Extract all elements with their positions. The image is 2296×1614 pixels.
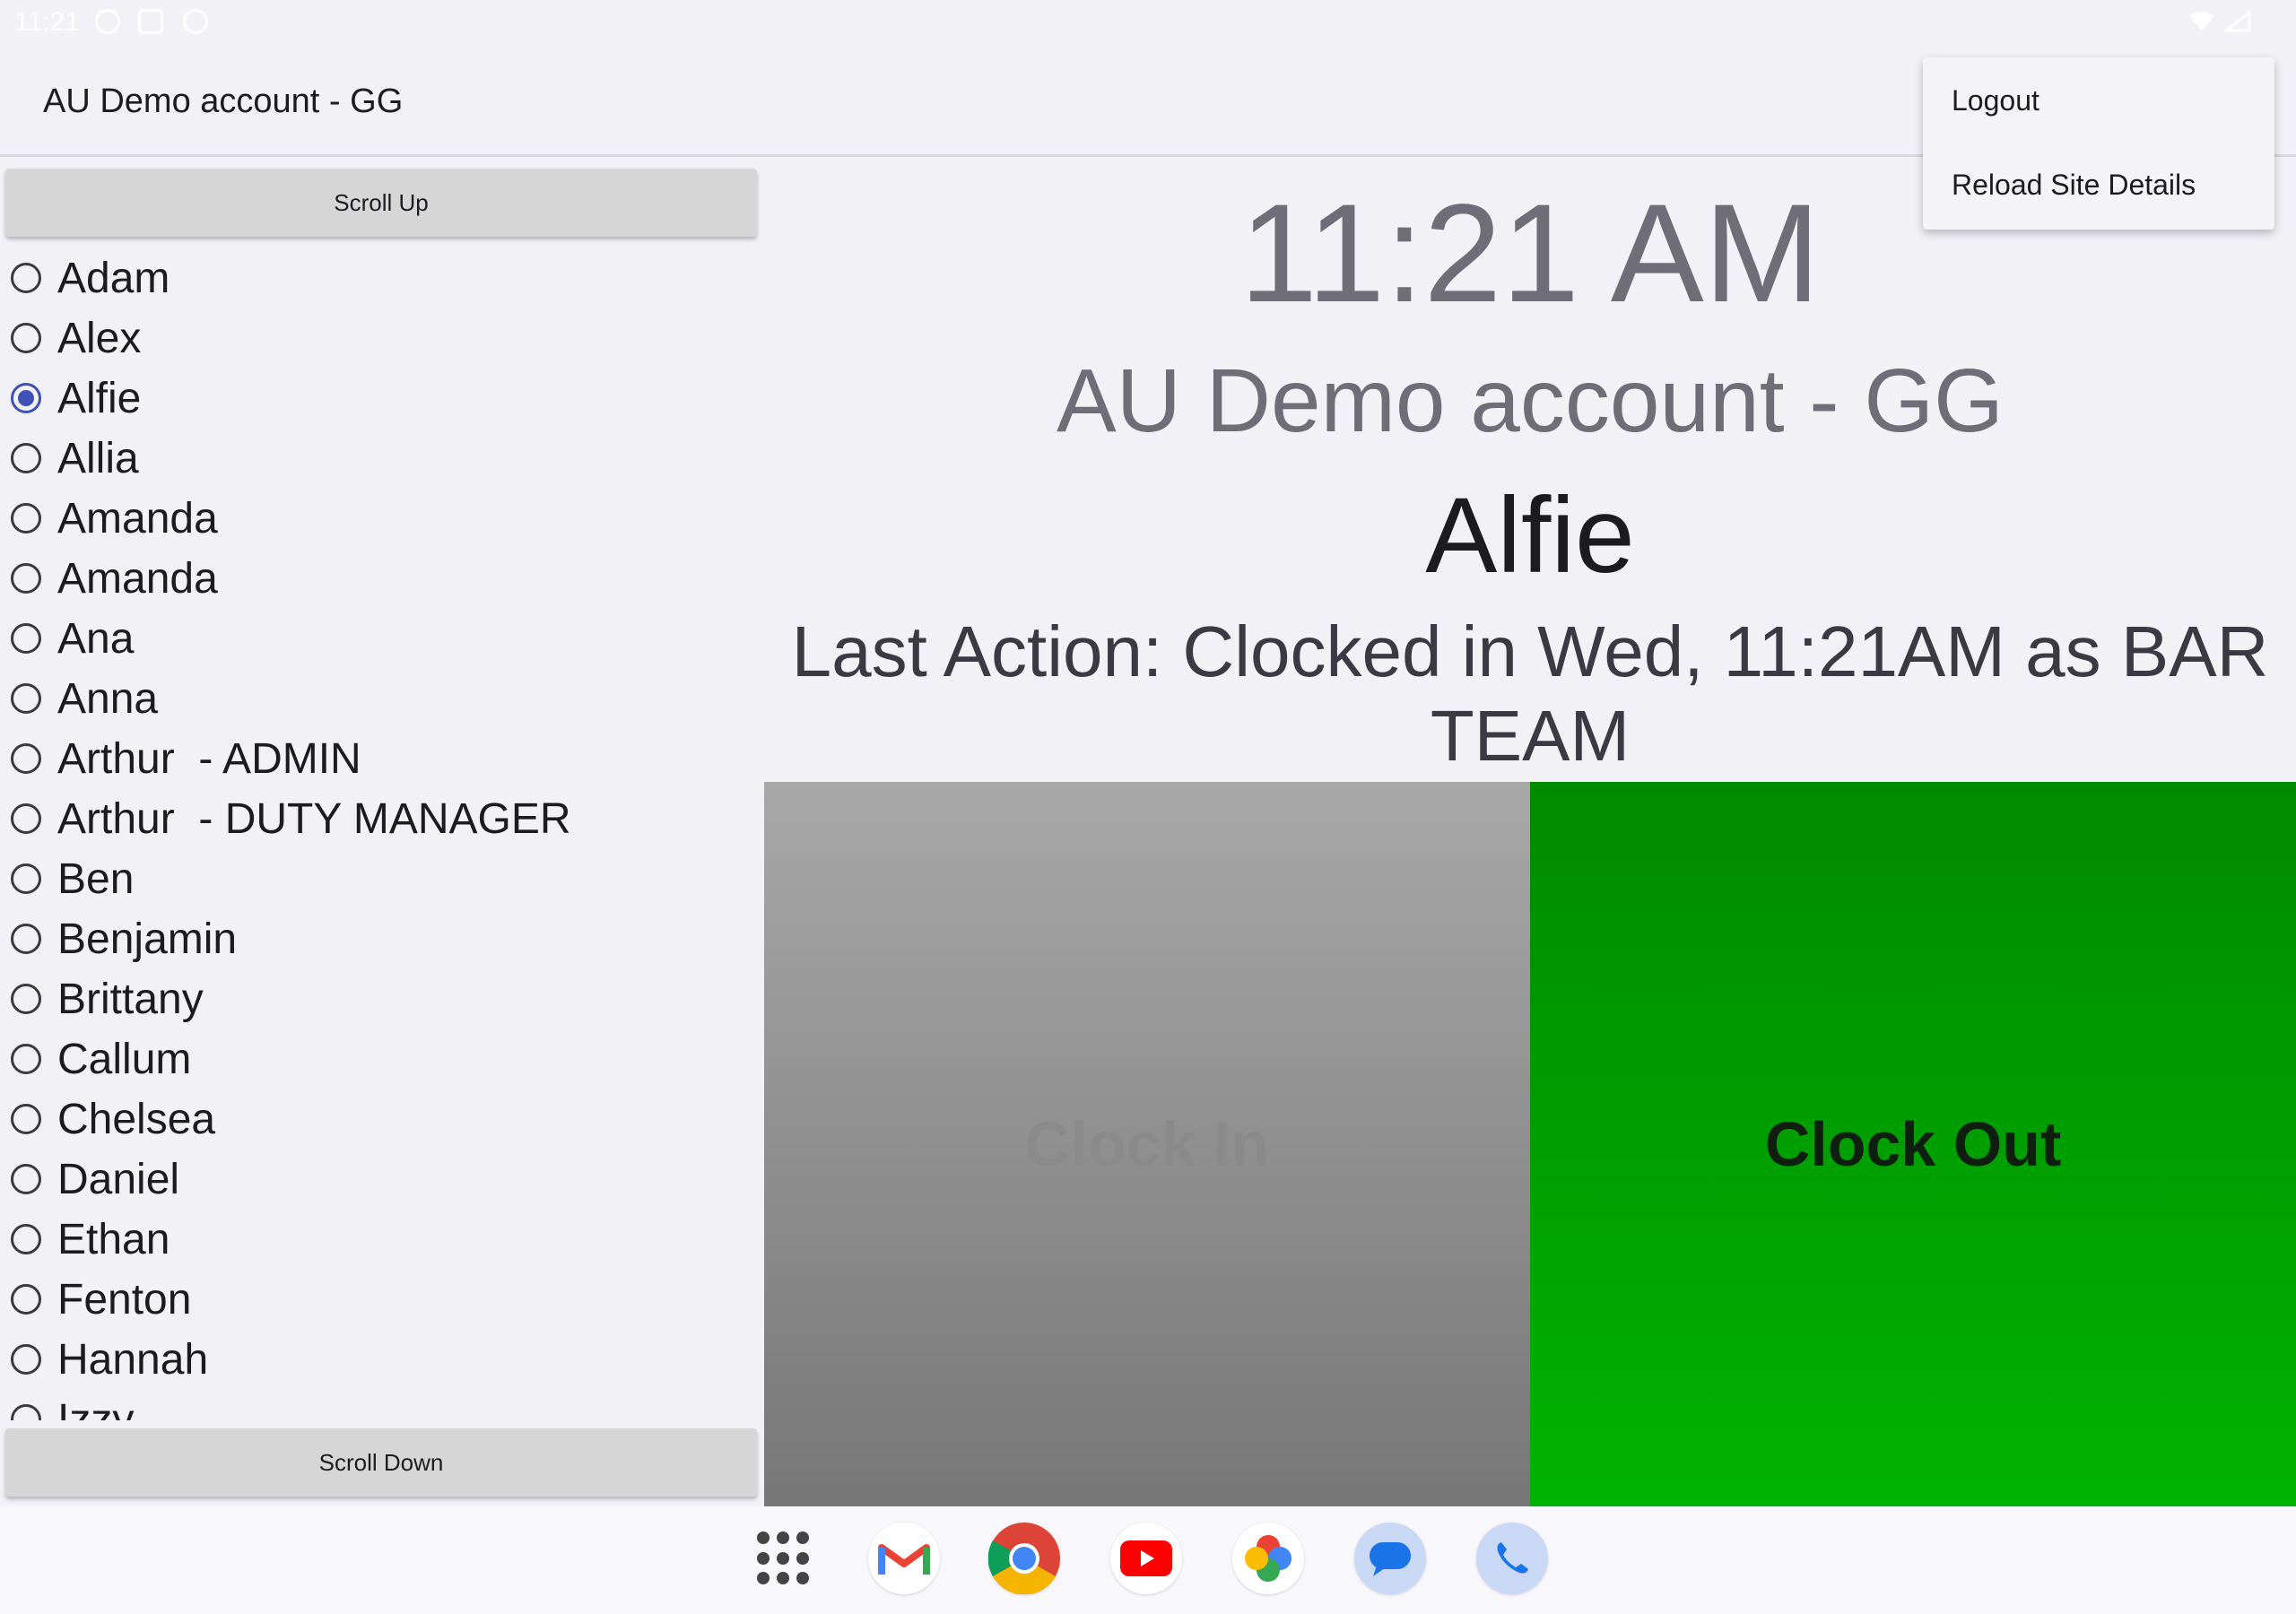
- employee-radio-item[interactable]: Alex: [11, 311, 141, 365]
- employee-label: Benjamin: [57, 915, 238, 963]
- employee-radio-item[interactable]: Ethan: [11, 1212, 170, 1266]
- employee-label: Callum: [57, 1035, 192, 1083]
- radio-button[interactable]: [11, 1164, 41, 1194]
- employee-radio-item[interactable]: Arthur - ADMIN: [11, 732, 361, 785]
- employee-radio-item[interactable]: Izzy: [11, 1393, 134, 1420]
- employee-radio-item[interactable]: Ana: [11, 612, 134, 665]
- employee-radio-item[interactable]: Arthur - DUTY MANAGER: [11, 792, 571, 846]
- employee-label: Amanda: [57, 554, 218, 603]
- employee-label: Ethan: [57, 1215, 170, 1263]
- scroll-up-button[interactable]: Scroll Up: [5, 169, 757, 237]
- apps-grid-icon[interactable]: [757, 1532, 811, 1585]
- employee-radio-item[interactable]: Benjamin: [11, 912, 237, 966]
- last-action-text: Last Action: Clocked in Wed, 11:21AM as …: [791, 612, 2269, 776]
- radio-button[interactable]: [11, 1284, 41, 1315]
- gmail-icon[interactable]: [868, 1523, 940, 1594]
- employee-label: Allia: [57, 434, 139, 482]
- radio-button[interactable]: [11, 383, 41, 413]
- radio-button[interactable]: [11, 623, 41, 654]
- wifi-icon: [2189, 12, 2214, 30]
- employee-label: Izzy: [57, 1395, 135, 1421]
- employee-label: Arthur - DUTY MANAGER: [57, 794, 571, 843]
- employee-radio-item[interactable]: Adam: [11, 251, 170, 305]
- shield-icon: [138, 9, 163, 34]
- employee-label: Alfie: [57, 374, 142, 422]
- clock-in-button[interactable]: Clock In: [764, 782, 1530, 1506]
- photos-icon[interactable]: [1232, 1523, 1304, 1594]
- employee-list[interactable]: Adam Alex Alfie Allia Amanda Amanda Ana Anna Art…: [0, 244, 762, 1420]
- radio-button[interactable]: [11, 1044, 41, 1074]
- radio-button[interactable]: [11, 1344, 41, 1375]
- employee-label: Brittany: [57, 975, 204, 1023]
- radio-button[interactable]: [11, 503, 41, 534]
- radio-button[interactable]: [11, 563, 41, 594]
- messages-icon[interactable]: [1354, 1523, 1426, 1594]
- selected-employee-name: Alfie: [1425, 475, 1635, 595]
- menu-item-reload-site-details[interactable]: Reload Site Details: [1952, 169, 2196, 202]
- employee-radio-item[interactable]: Alfie: [11, 371, 141, 425]
- info-icon: [95, 9, 120, 34]
- radio-button[interactable]: [11, 924, 41, 954]
- status-bar: 11:21: [0, 0, 2296, 45]
- app-bar-title: AU Demo account - GG: [43, 82, 404, 120]
- employee-radio-item[interactable]: Hannah: [11, 1332, 208, 1386]
- employee-radio-item[interactable]: Callum: [11, 1032, 191, 1086]
- clock-out-button[interactable]: Clock Out: [1530, 782, 2296, 1506]
- employee-radio-item[interactable]: Amanda: [11, 551, 218, 605]
- radio-button[interactable]: [11, 863, 41, 894]
- radio-button[interactable]: [11, 323, 41, 353]
- employee-radio-item[interactable]: Chelsea: [11, 1092, 215, 1146]
- chrome-icon[interactable]: [988, 1523, 1060, 1594]
- employee-label: Anna: [57, 674, 159, 723]
- radio-button[interactable]: [11, 1104, 41, 1134]
- phone-icon[interactable]: [1476, 1523, 1548, 1594]
- employee-radio-item[interactable]: Brittany: [11, 972, 204, 1026]
- employee-label: Alex: [57, 314, 142, 362]
- employee-radio-item[interactable]: Daniel: [11, 1152, 179, 1206]
- employee-label: Adam: [57, 254, 170, 302]
- employee-label: Fenton: [57, 1275, 192, 1323]
- signal-icon: [2224, 11, 2251, 32]
- radio-button[interactable]: [11, 683, 41, 714]
- employee-label: Hannah: [57, 1335, 209, 1384]
- employee-radio-item[interactable]: Amanda: [11, 491, 218, 545]
- radio-button[interactable]: [11, 803, 41, 834]
- overflow-menu: Logout Reload Site Details: [1923, 57, 2274, 230]
- scroll-down-button[interactable]: Scroll Down: [5, 1428, 757, 1497]
- employee-radio-item[interactable]: Anna: [11, 672, 158, 725]
- radio-button[interactable]: [11, 743, 41, 774]
- radio-button[interactable]: [11, 263, 41, 293]
- employee-label: Chelsea: [57, 1095, 216, 1143]
- radio-button[interactable]: [11, 1404, 41, 1420]
- employee-label: Ana: [57, 614, 135, 663]
- radio-button[interactable]: [11, 1224, 41, 1254]
- site-name: AU Demo account - GG: [1057, 351, 2004, 451]
- employee-label: Arthur - ADMIN: [57, 734, 361, 783]
- employee-radio-item[interactable]: Ben: [11, 852, 134, 906]
- employee-radio-item[interactable]: Allia: [11, 431, 139, 485]
- employee-radio-item[interactable]: Fenton: [11, 1272, 191, 1326]
- app-status-icon: [183, 9, 208, 34]
- youtube-icon[interactable]: [1110, 1523, 1182, 1594]
- employee-label: Daniel: [57, 1155, 180, 1203]
- radio-button[interactable]: [11, 984, 41, 1014]
- status-time: 11:21: [14, 7, 80, 37]
- menu-item-logout[interactable]: Logout: [1952, 84, 2039, 117]
- radio-button[interactable]: [11, 443, 41, 473]
- employee-label: Ben: [57, 855, 135, 903]
- employee-label: Amanda: [57, 494, 218, 542]
